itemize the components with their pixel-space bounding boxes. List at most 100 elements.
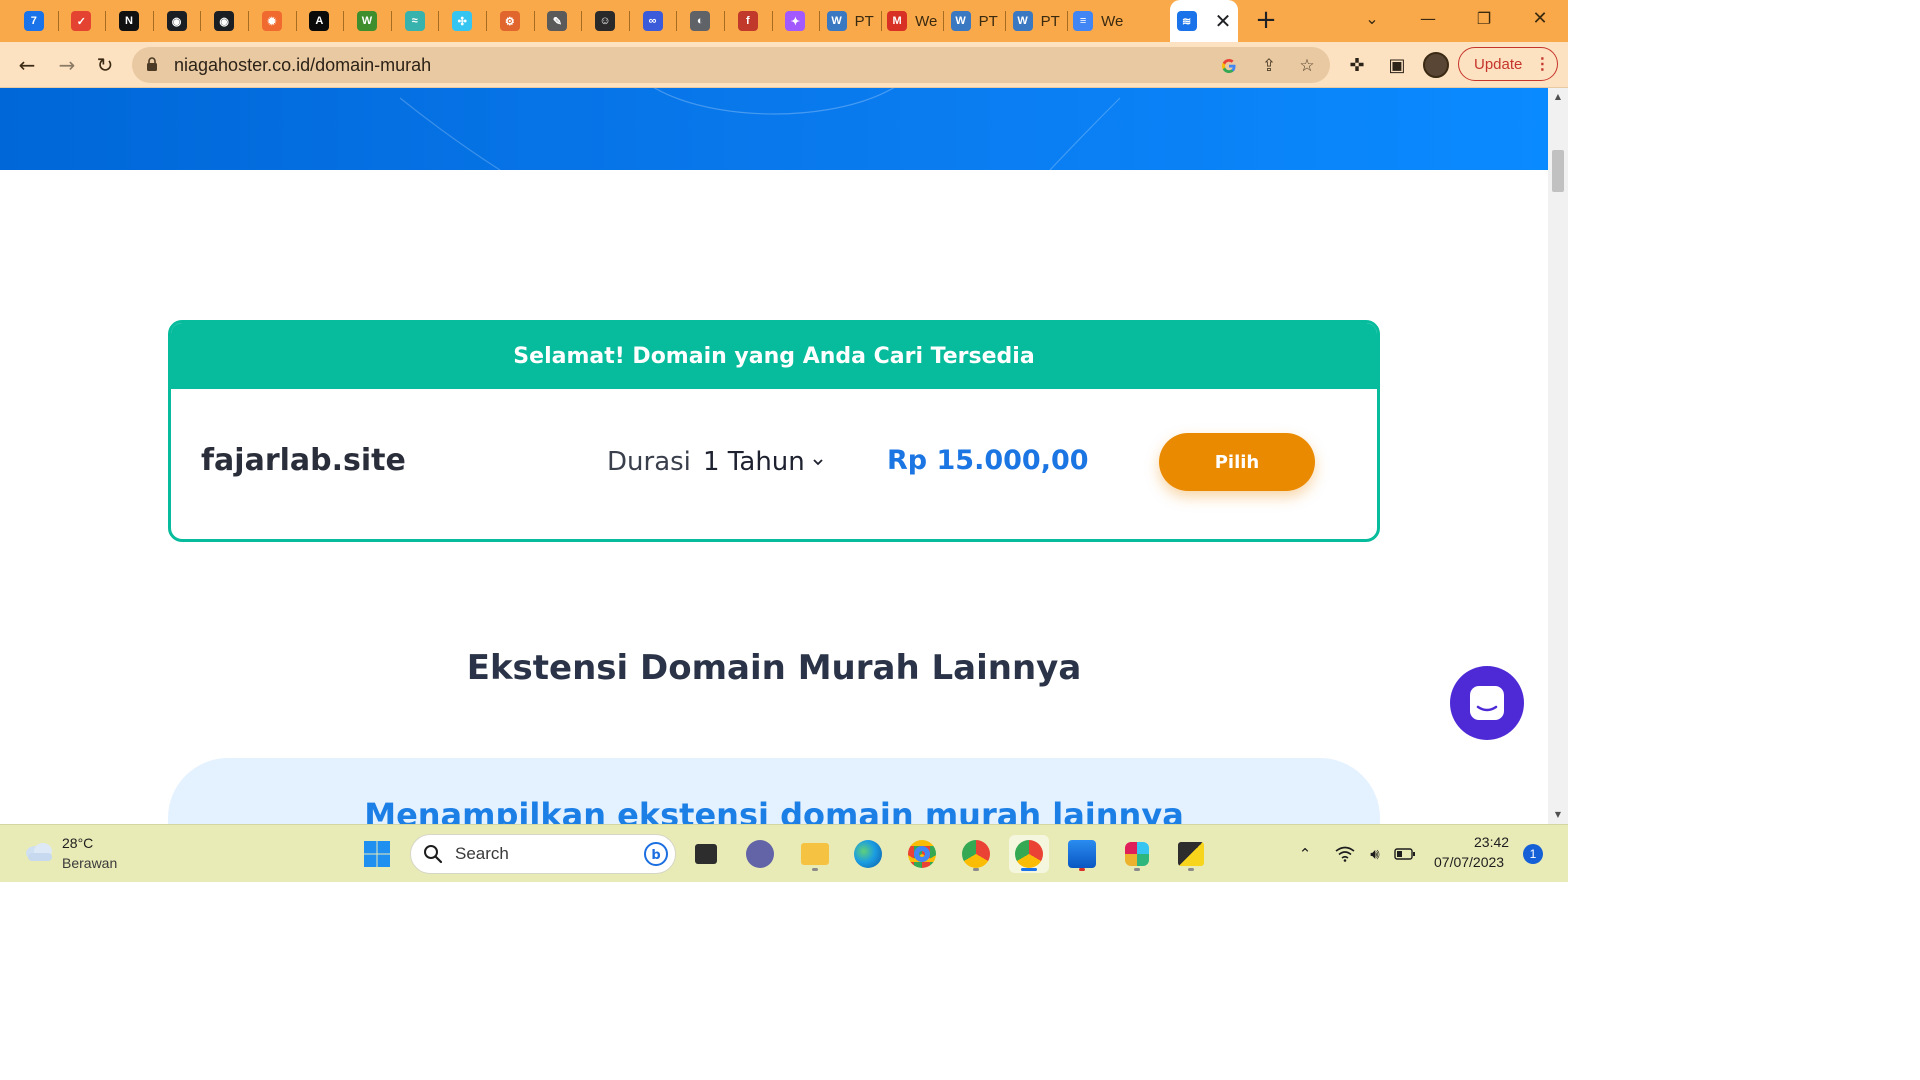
cloud-weather-icon[interactable]	[22, 839, 56, 863]
taskbar-search[interactable]: Search b	[410, 834, 676, 874]
menu-dots-icon[interactable]: ⋮	[1534, 54, 1550, 74]
browser-tab[interactable]: ◉	[153, 2, 201, 40]
scroll-thumb[interactable]	[1552, 150, 1564, 192]
browser-tab[interactable]: W PT	[819, 2, 881, 40]
running-indicator	[1134, 868, 1140, 871]
duration-value: 1 Tahun	[703, 447, 805, 477]
chrome-icon	[908, 840, 936, 868]
clock-date[interactable]: 07/07/2023	[1434, 854, 1504, 870]
duration-select[interactable]: 1 Tahun	[703, 447, 823, 477]
update-label: Update	[1474, 55, 1523, 73]
wordpress-pt-icon: W	[826, 11, 847, 31]
browser-tab[interactable]: 7	[10, 2, 58, 40]
browser-tab[interactable]: f	[724, 2, 772, 40]
running-indicator	[1021, 868, 1037, 871]
freecodecamp-icon: f	[737, 11, 758, 31]
share-icon[interactable]: ⇪	[1258, 55, 1280, 77]
minimize-button[interactable]: —	[1408, 6, 1448, 32]
start-button[interactable]	[357, 835, 397, 873]
browser-tab[interactable]: ☺	[581, 2, 629, 40]
page-scrollbar[interactable]: ▲ ▼	[1548, 88, 1568, 824]
weather-temperature: 28°C	[62, 835, 94, 851]
forward-button[interactable]: →	[52, 50, 82, 80]
sticky-notes-icon	[1178, 842, 1204, 866]
running-indicator	[812, 868, 818, 871]
side-panel-icon[interactable]: ▣	[1384, 52, 1410, 78]
browser-tab[interactable]: ⚙	[486, 2, 534, 40]
asterisk-icon: ✹	[261, 11, 282, 31]
task-view-button[interactable]	[686, 835, 726, 873]
browser-tab[interactable]: ✓	[58, 2, 106, 40]
running-indicator	[973, 868, 979, 871]
close-window-button[interactable]: ✕	[1520, 6, 1560, 32]
browser-tab[interactable]: N	[105, 2, 153, 40]
browser-tab[interactable]: ✎	[534, 2, 582, 40]
taskbar-app-chrome-active[interactable]	[1009, 835, 1049, 873]
wifi-icon[interactable]	[1334, 843, 1356, 865]
reload-button[interactable]: ↻	[90, 50, 120, 80]
tab-title: PT	[854, 12, 874, 30]
bing-chat-icon[interactable]: b	[643, 841, 669, 867]
live-chat-button[interactable]	[1450, 666, 1524, 740]
url-text: niagahoster.co.id/domain-murah	[174, 55, 432, 75]
new-tab-button[interactable]: +	[1252, 6, 1280, 34]
availability-header: Selamat! Domain yang Anda Cari Tersedia	[171, 323, 1377, 389]
bookmark-star-icon[interactable]: ☆	[1296, 55, 1318, 77]
volume-icon[interactable]: 🔊︎	[1364, 843, 1386, 865]
browser-tab[interactable]: ≈	[391, 2, 439, 40]
back-button[interactable]: ←	[12, 50, 42, 80]
edge-icon	[854, 840, 882, 868]
extensions-puzzle-icon[interactable]: ✜	[1344, 52, 1370, 78]
notion-icon: N	[118, 11, 139, 31]
taskbar-app-sticky-notes[interactable]	[1171, 835, 1211, 873]
taskbar-app-mail[interactable]	[1062, 835, 1102, 873]
svg-text:b: b	[651, 848, 660, 863]
select-domain-button[interactable]: Pilih	[1159, 433, 1315, 491]
taskbar-app-edge[interactable]	[848, 835, 888, 873]
browser-tab[interactable]: ≡ We	[1067, 2, 1129, 40]
taskbar-app-chrome[interactable]	[902, 835, 942, 873]
github-icon: ◉	[214, 11, 235, 31]
extension-loading-text: Menampilkan ekstensi domain murah lainny…	[364, 796, 1184, 824]
google-lens-icon[interactable]	[1218, 55, 1240, 77]
taskbar-app-slack[interactable]	[1117, 835, 1157, 873]
restore-button[interactable]: ❐	[1464, 6, 1504, 32]
browser-tab[interactable]: M We	[881, 2, 943, 40]
update-button[interactable]: Update ⋮	[1458, 47, 1558, 81]
address-bar[interactable]: niagahoster.co.id/domain-murah ⇪ ☆	[132, 47, 1330, 83]
battery-icon[interactable]	[1394, 843, 1416, 865]
browser-tab[interactable]: ◐	[676, 2, 724, 40]
webflow-w-icon: W	[356, 11, 377, 31]
chrome-profile-icon	[962, 840, 990, 868]
scroll-down-arrow-icon[interactable]: ▼	[1548, 808, 1568, 822]
browser-tab[interactable]: ∞	[629, 2, 677, 40]
browser-tab[interactable]: ✣	[438, 2, 486, 40]
clock-time[interactable]: 23:42	[1474, 834, 1509, 850]
page-viewport: Selamat! Domain yang Anda Cari Tersedia …	[0, 88, 1548, 824]
figma-icon: ✦	[785, 11, 806, 31]
show-hidden-icons-chevron-icon[interactable]: ⌃	[1294, 843, 1316, 865]
browser-tab[interactable]: ✦	[772, 2, 820, 40]
profile-avatar[interactable]	[1423, 52, 1449, 78]
notification-badge[interactable]: 1	[1523, 844, 1543, 864]
tab-title: We	[915, 12, 938, 30]
browser-tab[interactable]: A	[296, 2, 344, 40]
browser-tab[interactable]: ✹	[248, 2, 296, 40]
taskbar-app-chrome-profile[interactable]	[956, 835, 996, 873]
browser-tab[interactable]: W	[343, 2, 391, 40]
todoist-icon: ✓	[71, 11, 92, 31]
duration-label: Durasi	[607, 447, 691, 477]
taskbar-app-file-explorer[interactable]	[795, 835, 835, 873]
browser-tab[interactable]: W PT	[943, 2, 1005, 40]
wordpress-pt-icon: W	[950, 11, 971, 31]
browser-tab[interactable]: ≋ ✕	[1170, 0, 1238, 42]
browser-tab[interactable]: W PT	[1005, 2, 1067, 40]
scroll-up-arrow-icon[interactable]: ▲	[1548, 90, 1568, 104]
close-tab-icon[interactable]: ✕	[1215, 9, 1232, 33]
tab-search-chevron-icon[interactable]: ⌄	[1352, 6, 1392, 32]
taskbar-app-teams[interactable]	[740, 835, 780, 873]
extension-list-panel: Menampilkan ekstensi domain murah lainny…	[168, 758, 1380, 824]
browser-tab[interactable]: ◉	[200, 2, 248, 40]
mail-icon	[1068, 840, 1096, 868]
feather-icon: ✎	[547, 11, 568, 31]
